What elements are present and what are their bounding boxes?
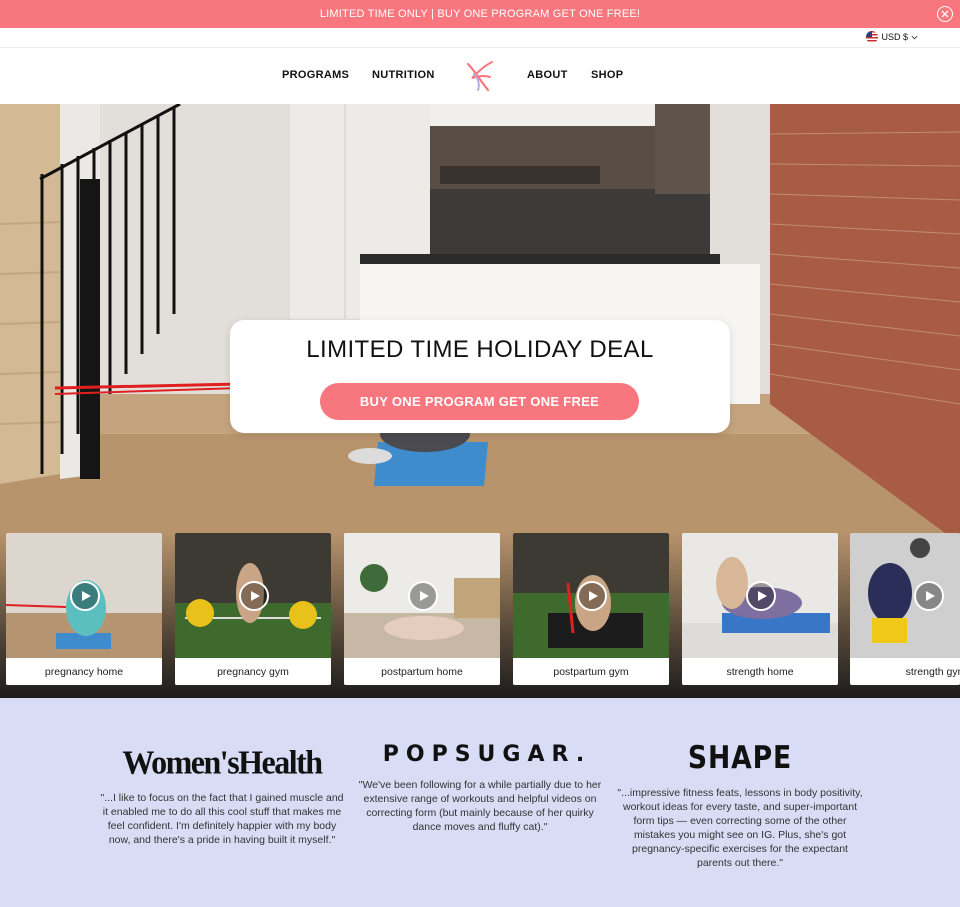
- play-icon[interactable]: [408, 581, 438, 611]
- program-card-postpartum-home[interactable]: postpartum home: [344, 533, 500, 685]
- close-icon[interactable]: [937, 6, 953, 22]
- play-icon[interactable]: [239, 581, 269, 611]
- press-quote: "...I like to focus on the fact that I g…: [100, 792, 344, 846]
- program-label: strength gym: [858, 658, 960, 685]
- main-nav: PROGRAMS NUTRITION ABOUT SHOP: [0, 48, 960, 104]
- us-flag-icon: [866, 31, 879, 43]
- nav-about[interactable]: ABOUT: [527, 69, 568, 81]
- program-card-strength-home[interactable]: strength home: [682, 533, 838, 685]
- nav-shop[interactable]: SHOP: [591, 69, 623, 81]
- nav-programs[interactable]: PROGRAMS: [282, 69, 349, 81]
- play-icon[interactable]: [577, 581, 607, 611]
- press-section: Women'sHealth "...I like to focus on the…: [0, 698, 960, 907]
- program-label: strength home: [682, 658, 838, 685]
- announcement-text: LIMITED TIME ONLY | BUY ONE PROGRAM GET …: [319, 8, 641, 20]
- program-card-pregnancy-home[interactable]: pregnancy home: [6, 533, 162, 685]
- press-quote: "...impressive fitness feats, lessons in…: [617, 787, 863, 869]
- nav-nutrition[interactable]: NUTRITION: [372, 69, 435, 81]
- deal-card: LIMITED TIME HOLIDAY DEAL BUY ONE PROGRA…: [230, 320, 730, 433]
- brand-logo-icon[interactable]: [462, 58, 498, 94]
- shape-logo: SHAPE: [687, 740, 793, 776]
- program-label: postpartum gym: [513, 658, 669, 685]
- deal-title: LIMITED TIME HOLIDAY DEAL: [306, 336, 654, 363]
- program-card-strength-gym[interactable]: strength gym: [850, 533, 960, 685]
- play-icon[interactable]: [746, 581, 776, 611]
- program-card-postpartum-gym[interactable]: postpartum gym: [513, 533, 669, 685]
- press-quote: "We've been following for a while partia…: [358, 779, 602, 833]
- utility-bar: USD $: [0, 28, 960, 48]
- womens-health-logo: Women'sHealth: [122, 743, 323, 781]
- currency-label: USD $: [881, 32, 908, 42]
- currency-selector[interactable]: USD $: [866, 31, 918, 43]
- popsugar-logo: POPSUGAR.: [382, 742, 592, 767]
- announcement-bar: LIMITED TIME ONLY | BUY ONE PROGRAM GET …: [0, 0, 960, 28]
- play-icon[interactable]: [70, 581, 100, 611]
- deal-button[interactable]: BUY ONE PROGRAM GET ONE FREE: [320, 383, 639, 420]
- program-label: pregnancy gym: [175, 658, 331, 685]
- program-card-pregnancy-gym[interactable]: pregnancy gym: [175, 533, 331, 685]
- chevron-down-icon: [911, 35, 918, 39]
- program-label: pregnancy home: [6, 658, 162, 685]
- program-label: postpartum home: [344, 658, 500, 685]
- play-icon[interactable]: [914, 581, 944, 611]
